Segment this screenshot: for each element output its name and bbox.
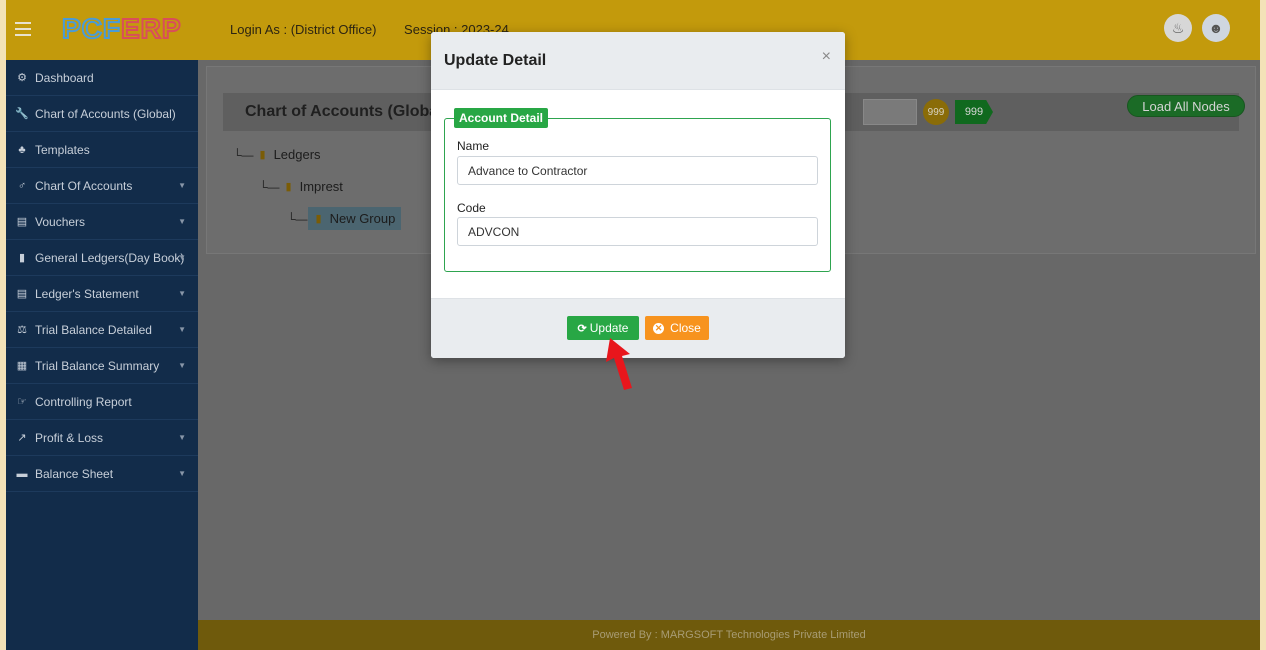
sidebar-item-chart-of-accounts[interactable]: ♂ Chart Of Accounts ▼ bbox=[6, 168, 198, 204]
tree-node-label: New Group bbox=[329, 211, 396, 226]
file-icon: ▤ bbox=[16, 288, 28, 300]
chevron-down-icon: ▼ bbox=[178, 325, 186, 334]
wrench-icon: 🔧 bbox=[15, 108, 29, 120]
sidebar-item-label: Dashboard bbox=[35, 70, 94, 85]
sidebar-item-general-ledgers-day-book[interactable]: ▮ General Ledgers(Day Book) ▼ bbox=[6, 240, 198, 276]
sidebar-item-label: Profit & Loss bbox=[35, 430, 104, 445]
sidebar-item-balance-sheet[interactable]: ▬ Balance Sheet ▼ bbox=[6, 456, 198, 492]
name-label: Name bbox=[457, 139, 490, 153]
hamburger-menu-icon[interactable] bbox=[15, 22, 31, 36]
close-button[interactable]: ✕ Close bbox=[645, 316, 709, 340]
sidebar-item-label: Chart of Accounts (Global) bbox=[35, 106, 176, 121]
modal-header: Update Detail × bbox=[431, 32, 845, 90]
sidebar-item-label: Trial Balance Summary bbox=[35, 358, 160, 373]
sidebar-item-label: Trial Balance Detailed bbox=[35, 322, 152, 337]
annotation-arrow-icon bbox=[606, 338, 632, 390]
chevron-down-icon: ▼ bbox=[178, 289, 186, 298]
sidebar-item-ledger-s-statement[interactable]: ▤ Ledger's Statement ▼ bbox=[6, 276, 198, 312]
tree-node-imprest[interactable]: └— ▮ Imprest bbox=[259, 179, 343, 194]
tree-node-ledgers[interactable]: └— ▮ Ledgers bbox=[233, 147, 321, 162]
book-icon: ▮ bbox=[18, 252, 26, 264]
count-badge-circle: 999 bbox=[923, 99, 949, 125]
refresh-icon: ⟳ bbox=[577, 322, 587, 335]
sidebar-item-chart-of-accounts-global[interactable]: 🔧 Chart of Accounts (Global) bbox=[6, 96, 198, 132]
line-chart-icon: ↗ bbox=[17, 432, 27, 444]
briefcase-icon: ▬ bbox=[16, 467, 28, 480]
code-label: Code bbox=[457, 201, 486, 215]
app-logo: PCFERP bbox=[61, 13, 182, 45]
folder-icon: ▮ bbox=[315, 213, 322, 225]
sitemap-icon: ♣ bbox=[18, 143, 26, 156]
times-circle-icon: ✕ bbox=[653, 322, 665, 334]
sidebar-item-label: General Ledgers(Day Book) bbox=[35, 250, 185, 265]
chevron-down-icon: ▼ bbox=[178, 361, 186, 370]
sidebar-item-label: Vouchers bbox=[35, 214, 86, 229]
tree-elbow-icon: └— bbox=[259, 179, 280, 194]
sidebar-item-label: Chart Of Accounts bbox=[35, 178, 133, 193]
folder-icon: ▮ bbox=[285, 181, 292, 193]
search-input[interactable] bbox=[863, 99, 917, 125]
sidebar: ⚙ Dashboard 🔧 Chart of Accounts (Global) ♣ Te… bbox=[6, 60, 198, 650]
tree-elbow-icon: └— bbox=[287, 211, 308, 226]
sidebar-item-label: Ledger's Statement bbox=[35, 286, 139, 301]
sidebar-item-vouchers[interactable]: ▤ Vouchers ▼ bbox=[6, 204, 198, 240]
tree-node-new-group[interactable]: └— ▮ New Group bbox=[287, 207, 402, 230]
sidebar-item-templates[interactable]: ♣ Templates bbox=[6, 132, 198, 168]
sidebar-item-controlling-report[interactable]: ☞ Controlling Report bbox=[6, 384, 198, 420]
footer: Powered By : MARGSOFT Technologies Priva… bbox=[198, 620, 1260, 650]
close-icon[interactable]: × bbox=[822, 48, 831, 66]
chevron-down-icon: ▼ bbox=[178, 469, 186, 478]
account-detail-fieldset: Account Detail Name Code bbox=[444, 108, 831, 272]
gender-icon: ♂ bbox=[17, 179, 27, 192]
name-field[interactable] bbox=[457, 156, 818, 185]
fieldset-legend: Account Detail bbox=[454, 108, 549, 128]
load-all-nodes-button[interactable]: Load All Nodes bbox=[1127, 95, 1245, 117]
bell-icon[interactable]: ♨ bbox=[1164, 14, 1192, 42]
chevron-down-icon: ▼ bbox=[178, 433, 186, 442]
tree-node-label: Imprest bbox=[299, 179, 343, 194]
login-as-text: Login As : (District Office) bbox=[230, 22, 377, 37]
sidebar-item-label: Balance Sheet bbox=[35, 466, 114, 481]
dashboard-icon: ⚙ bbox=[17, 72, 27, 84]
balance-scale-icon: ⚖ bbox=[17, 324, 27, 336]
sidebar-item-label: Templates bbox=[35, 142, 90, 157]
id-card-icon: ▤ bbox=[16, 216, 28, 228]
tree-elbow-icon: └— bbox=[233, 147, 254, 162]
chevron-down-icon: ▼ bbox=[178, 181, 186, 190]
user-avatar-icon[interactable]: ☻ bbox=[1202, 14, 1230, 42]
update-detail-modal: Update Detail × Account Detail Name Code… bbox=[431, 32, 845, 358]
calculator-icon: ▦ bbox=[16, 360, 28, 372]
close-button-label: Close bbox=[670, 321, 701, 335]
chevron-down-icon: ▼ bbox=[178, 253, 186, 262]
sidebar-item-profit-loss[interactable]: ↗ Profit & Loss ▼ bbox=[6, 420, 198, 456]
tree-node-label: Ledgers bbox=[273, 147, 321, 162]
count-badge-tag: 999 bbox=[955, 100, 993, 124]
chevron-down-icon: ▼ bbox=[178, 217, 186, 226]
hand-pointer-icon: ☞ bbox=[17, 396, 27, 408]
tree-node-selected[interactable]: ▮ New Group bbox=[307, 207, 402, 230]
sidebar-item-trial-balance-summary[interactable]: ▦ Trial Balance Summary ▼ bbox=[6, 348, 198, 384]
sidebar-item-label: Controlling Report bbox=[35, 394, 132, 409]
modal-title: Update Detail bbox=[444, 52, 547, 69]
sidebar-item-trial-balance-detailed[interactable]: ⚖ Trial Balance Detailed ▼ bbox=[6, 312, 198, 348]
code-field[interactable] bbox=[457, 217, 818, 246]
update-button-label: Update bbox=[589, 321, 629, 335]
sidebar-item-dashboard[interactable]: ⚙ Dashboard bbox=[6, 60, 198, 96]
folder-icon: ▮ bbox=[259, 149, 266, 161]
page-title: Chart of Accounts (Global) bbox=[245, 103, 448, 120]
